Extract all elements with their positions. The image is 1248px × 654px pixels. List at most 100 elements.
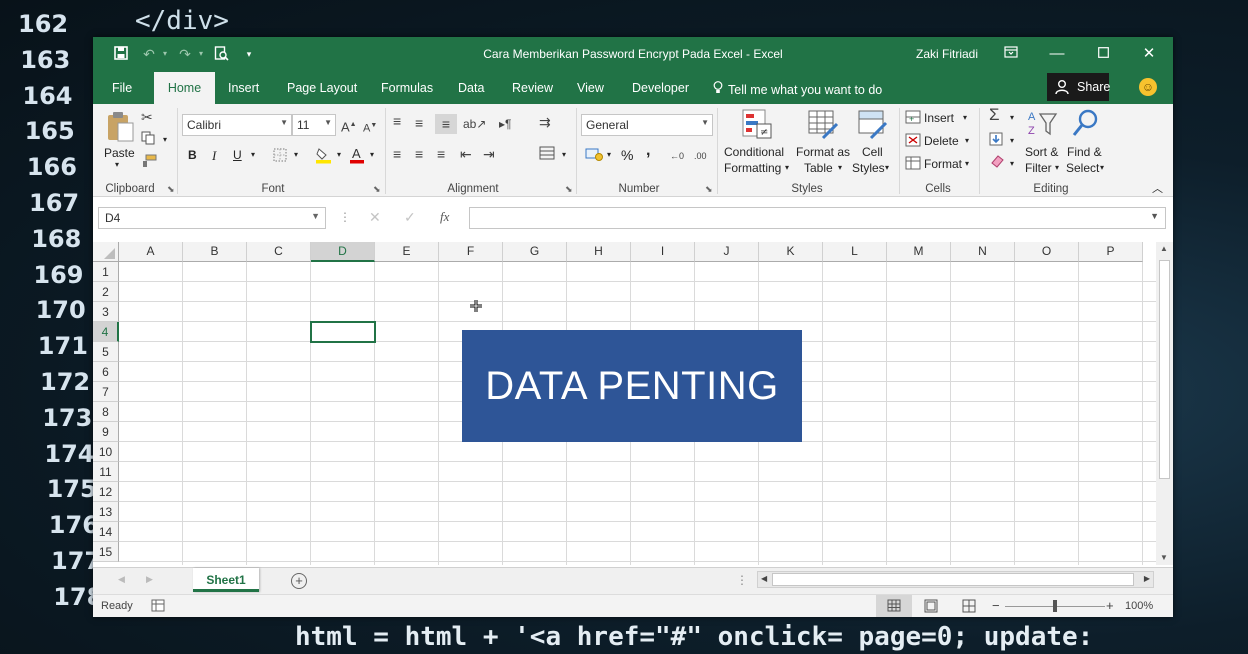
- fill-color-icon[interactable]: [315, 146, 333, 167]
- conditional-dropdown-icon[interactable]: ▾: [785, 163, 789, 172]
- column-header-h[interactable]: H: [567, 242, 631, 262]
- ribbon-display-options-icon[interactable]: [996, 43, 1026, 65]
- column-header-j[interactable]: J: [695, 242, 759, 262]
- column-header-l[interactable]: L: [823, 242, 887, 262]
- row-header-15[interactable]: 15: [93, 542, 119, 562]
- cancel-entry-icon[interactable]: ✕: [369, 209, 381, 226]
- sort-filter-label-2[interactable]: Filter: [1025, 161, 1052, 175]
- tab-view[interactable]: View: [577, 81, 604, 95]
- increase-font-size-icon[interactable]: A▲: [341, 117, 357, 135]
- zoom-out-icon[interactable]: −: [992, 598, 1000, 613]
- tab-review[interactable]: Review: [512, 81, 553, 95]
- confirm-entry-icon[interactable]: ✓: [404, 209, 416, 226]
- column-header-n[interactable]: N: [951, 242, 1015, 262]
- align-right-icon[interactable]: ≡: [437, 146, 445, 162]
- zoom-slider-thumb[interactable]: [1053, 600, 1057, 612]
- row-header-13[interactable]: 13: [93, 502, 119, 522]
- cell-styles-label-1[interactable]: Cell: [862, 145, 883, 159]
- format-table-dropdown-icon[interactable]: ▾: [838, 163, 842, 172]
- font-name-combo[interactable]: Calibri ▼: [182, 114, 292, 136]
- chevron-down-icon[interactable]: ▼: [311, 211, 320, 221]
- format-cells-icon[interactable]: [905, 156, 921, 173]
- column-header-c[interactable]: C: [247, 242, 311, 262]
- row-header-1[interactable]: 1: [93, 262, 119, 282]
- column-header-m[interactable]: M: [887, 242, 951, 262]
- conditional-formatting-label-2[interactable]: Formatting: [724, 161, 781, 175]
- autosum-icon[interactable]: Σ: [989, 106, 1000, 123]
- format-as-table-label-1[interactable]: Format as: [796, 145, 850, 159]
- column-header-b[interactable]: B: [183, 242, 247, 262]
- percent-style-button[interactable]: %: [621, 147, 633, 163]
- fill-color-dropdown-icon[interactable]: ▾: [337, 150, 341, 159]
- row-header-7[interactable]: 7: [93, 382, 119, 402]
- font-dialog-launcher-icon[interactable]: ⬊: [373, 184, 381, 195]
- new-sheet-icon[interactable]: +: [291, 573, 307, 589]
- format-cells-label[interactable]: Format: [924, 157, 962, 171]
- user-name[interactable]: Zaki Fitriadi: [916, 47, 978, 61]
- copy-dropdown-icon[interactable]: ▾: [163, 135, 167, 144]
- bold-button[interactable]: B: [188, 148, 197, 162]
- tab-page-layout[interactable]: Page Layout: [287, 81, 357, 95]
- horizontal-scroll-thumb[interactable]: [772, 573, 1134, 586]
- zoom-slider[interactable]: [1005, 600, 1105, 612]
- row-header-3[interactable]: 3: [93, 302, 119, 322]
- cell-styles-icon[interactable]: [857, 108, 889, 143]
- underline-dropdown-icon[interactable]: ▾: [251, 150, 255, 159]
- tab-home[interactable]: Home: [154, 72, 215, 104]
- zoom-in-icon[interactable]: +: [1106, 598, 1114, 613]
- find-select-icon[interactable]: [1071, 108, 1101, 143]
- insert-cells-icon[interactable]: +: [905, 110, 921, 127]
- smiley-feedback-icon[interactable]: ☺: [1139, 78, 1157, 96]
- paste-icon[interactable]: [105, 110, 135, 142]
- format-painter-icon[interactable]: [141, 154, 157, 171]
- insert-cells-dropdown-icon[interactable]: ▾: [963, 113, 967, 122]
- macro-record-icon[interactable]: [151, 599, 165, 615]
- delete-cells-label[interactable]: Delete: [924, 134, 959, 148]
- cell-styles-label-2[interactable]: Styles: [852, 161, 885, 175]
- borders-icon[interactable]: [273, 148, 287, 165]
- right-to-left-icon[interactable]: ▸¶: [499, 116, 511, 132]
- row-header-4[interactable]: 4: [93, 322, 119, 342]
- split-grip-icon[interactable]: ⋮: [736, 573, 748, 587]
- increase-decimal-icon[interactable]: ←0: [670, 148, 684, 164]
- column-header-a[interactable]: A: [119, 242, 183, 262]
- orientation-icon[interactable]: ab↗: [463, 116, 486, 132]
- tab-formulas[interactable]: Formulas: [381, 81, 433, 95]
- align-left-icon[interactable]: ≡: [393, 146, 401, 162]
- fill-icon[interactable]: [989, 132, 1003, 149]
- tab-developer[interactable]: Developer: [632, 81, 689, 95]
- center-icon[interactable]: ≡: [415, 146, 423, 162]
- normal-view-button[interactable]: [876, 595, 912, 617]
- scroll-up-icon[interactable]: ▲: [1160, 244, 1168, 253]
- column-header-f[interactable]: F: [439, 242, 503, 262]
- underline-button[interactable]: U: [233, 148, 242, 162]
- column-header-p[interactable]: P: [1079, 242, 1143, 262]
- accounting-format-icon[interactable]: [585, 146, 603, 165]
- column-header-e[interactable]: E: [375, 242, 439, 262]
- name-box[interactable]: D4 ▼: [98, 207, 326, 229]
- minimize-icon[interactable]: —: [1042, 43, 1072, 65]
- column-header-g[interactable]: G: [503, 242, 567, 262]
- hscroll-left-icon[interactable]: ◀: [761, 574, 767, 583]
- number-dialog-launcher-icon[interactable]: ⬊: [705, 184, 713, 195]
- row-header-9[interactable]: 9: [93, 422, 119, 442]
- decrease-decimal-icon[interactable]: .00: [694, 148, 707, 164]
- font-color-dropdown-icon[interactable]: ▾: [370, 150, 374, 159]
- wrap-text-icon[interactable]: ⇉: [539, 114, 551, 130]
- clear-dropdown-icon[interactable]: ▾: [1010, 159, 1014, 168]
- data-penting-shape[interactable]: DATA PENTING: [462, 330, 802, 442]
- insert-function-icon[interactable]: fx: [440, 209, 449, 225]
- row-header-6[interactable]: 6: [93, 362, 119, 382]
- tab-file[interactable]: File: [112, 81, 132, 95]
- italic-button[interactable]: I: [212, 148, 216, 164]
- clear-icon[interactable]: [989, 154, 1005, 171]
- conditional-formatting-label-1[interactable]: Conditional: [724, 145, 784, 159]
- conditional-formatting-icon[interactable]: ≠: [741, 108, 773, 143]
- zoom-level[interactable]: 100%: [1125, 600, 1153, 612]
- merge-center-icon[interactable]: [539, 146, 555, 163]
- top-align-icon[interactable]: ≡: [393, 113, 401, 129]
- font-color-icon[interactable]: A: [349, 146, 365, 167]
- accounting-dropdown-icon[interactable]: ▾: [607, 150, 611, 159]
- increase-indent-icon[interactable]: ⇥: [483, 146, 495, 162]
- tab-insert[interactable]: Insert: [228, 81, 259, 95]
